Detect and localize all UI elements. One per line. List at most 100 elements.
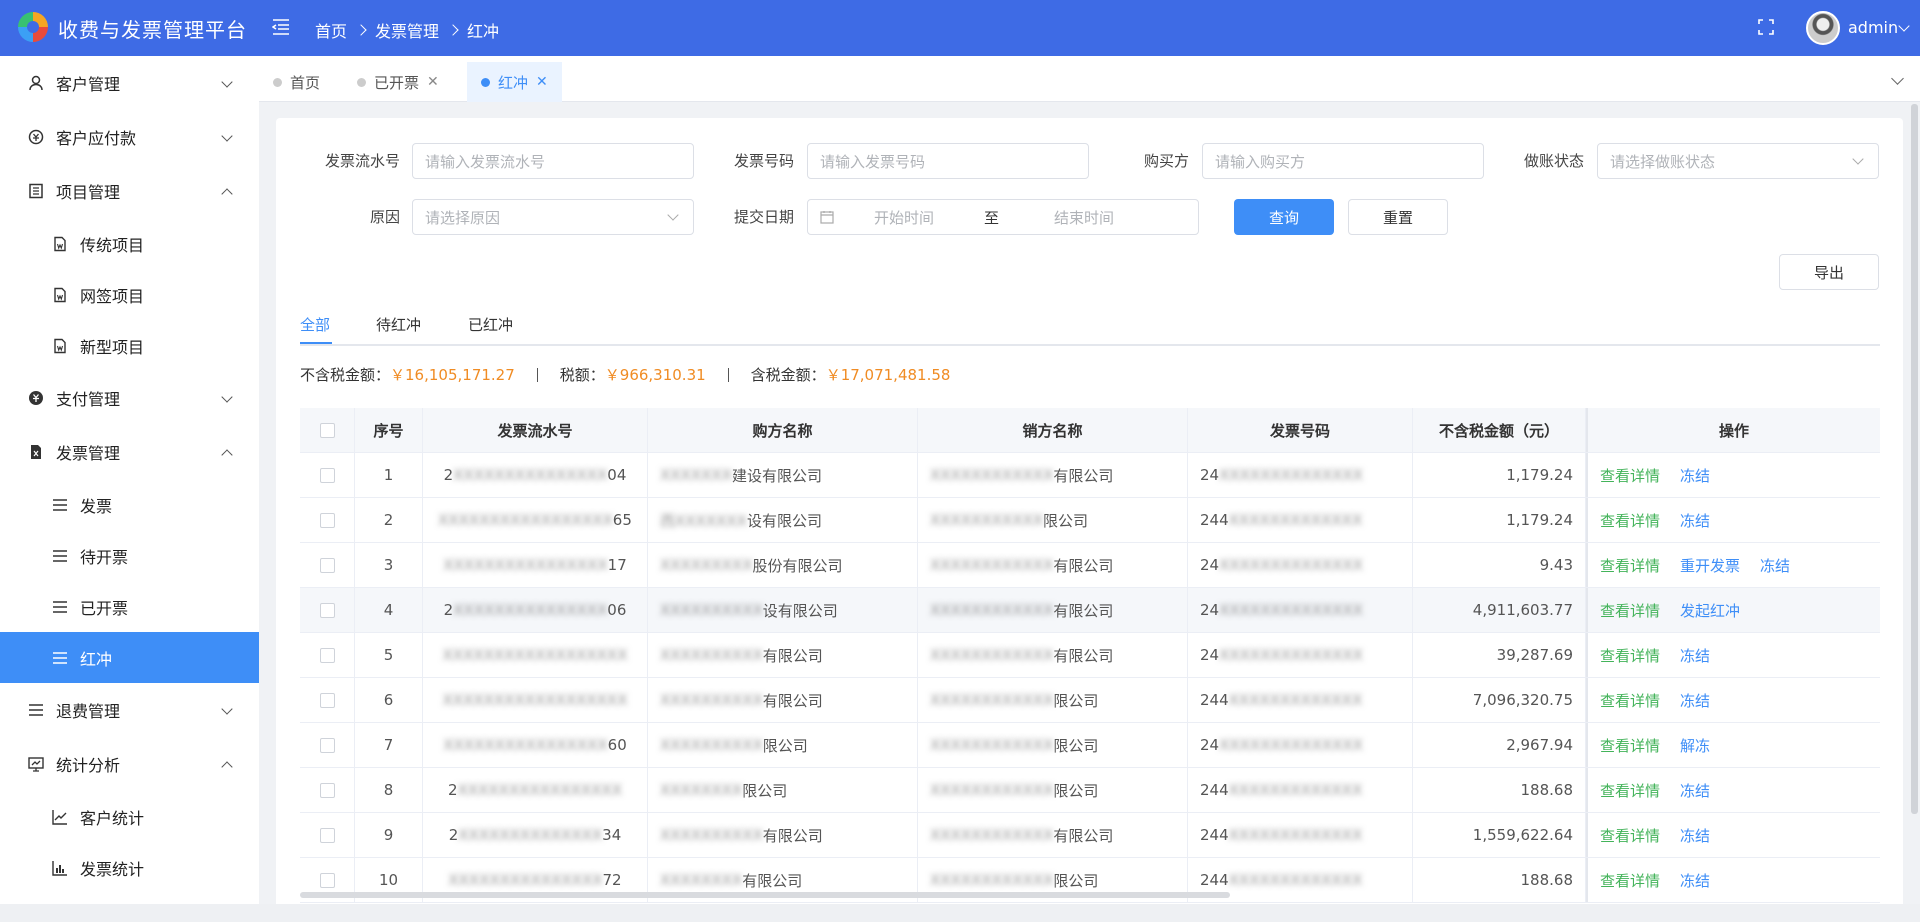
sidebar-item-traditional[interactable]: 传统项目 [0, 218, 259, 269]
sidebar-item-label: 红冲 [80, 649, 113, 669]
sidebar-item-payable[interactable]: 客户应付款 [0, 110, 259, 164]
sidebar-item-customer-stats[interactable]: 客户统计 [0, 791, 259, 842]
action-link[interactable]: 冻结 [1680, 690, 1710, 711]
tab-pending-reversal[interactable]: 待红冲 [376, 314, 421, 335]
sidebar-item-invoice[interactable]: 发票管理 [0, 425, 259, 479]
seller-tail: 限公司 [1053, 871, 1099, 890]
action-link[interactable]: 冻结 [1680, 645, 1710, 666]
row-checkbox[interactable] [319, 737, 335, 753]
action-link[interactable]: 冻结 [1680, 510, 1710, 531]
date-end-placeholder[interactable]: 结束时间 [1054, 207, 1114, 228]
cell-actions: 查看详情 冻结 [1586, 858, 1880, 902]
action-link[interactable]: 查看详情 [1600, 600, 1660, 621]
action-link[interactable]: 查看详情 [1600, 825, 1660, 846]
serial-masked: XXXXXXXXXXXXXXXXXX [442, 646, 628, 664]
cell-actions: 查看详情 冻结 [1586, 633, 1880, 677]
action-link[interactable]: 查看详情 [1600, 555, 1660, 576]
table-row: 4 2 XXXXXXXXXXXXXXX 06 XXXXXXXXXX 设有限公司 XXXXXX… [300, 588, 1880, 633]
action-link[interactable]: 冻结 [1680, 825, 1710, 846]
action-link[interactable]: 查看详情 [1600, 465, 1660, 486]
row-checkbox[interactable] [319, 557, 335, 573]
tab-reversed[interactable]: 已红冲 [468, 314, 513, 335]
serial-tail: 34 [602, 826, 622, 844]
tab-issued[interactable]: 已开票 ✕ [343, 62, 453, 102]
chevron-down-icon[interactable] [1898, 20, 1910, 32]
username[interactable]: admin [1848, 18, 1898, 37]
sidebar-item-label: 客户统计 [80, 808, 145, 828]
chevron-down-icon[interactable] [1891, 72, 1904, 85]
query-button[interactable]: 查询 [1234, 199, 1334, 235]
sidebar-item-statistics[interactable]: 统计分析 [0, 737, 259, 791]
header-buyer: 购方名称 [648, 408, 918, 452]
chart-icon [28, 757, 44, 772]
action-link[interactable]: 查看详情 [1600, 735, 1660, 756]
reset-button[interactable]: 重置 [1348, 199, 1448, 235]
reason-placeholder: 请选择原因 [425, 208, 501, 227]
row-checkbox[interactable] [319, 872, 335, 888]
sidebar-item-refund[interactable]: 退费管理 [0, 683, 259, 737]
serial-tail: 04 [607, 466, 627, 484]
action-link[interactable]: 冻结 [1680, 465, 1710, 486]
breadcrumb-invoice[interactable]: 发票管理 [375, 18, 439, 42]
action-link[interactable]: 冻结 [1680, 780, 1710, 801]
action-link[interactable]: 发起红冲 [1680, 600, 1740, 621]
sidebar-item-label: 待开票 [80, 547, 129, 567]
select-all-checkbox[interactable] [319, 422, 335, 438]
tab-red-reversal[interactable]: 红冲 ✕ [467, 62, 562, 102]
date-start-placeholder[interactable]: 开始时间 [874, 207, 984, 228]
action-link[interactable]: 查看详情 [1600, 510, 1660, 531]
action-link[interactable]: 查看详情 [1600, 870, 1660, 891]
date-range-picker[interactable]: 开始时间 至 结束时间 [807, 199, 1199, 235]
account-status-select[interactable]: 请选择做账状态 [1597, 143, 1879, 179]
action-link[interactable]: 查看详情 [1600, 645, 1660, 666]
row-checkbox[interactable] [319, 827, 335, 843]
breadcrumb: 首页 发票管理 红冲 [315, 18, 499, 42]
export-button[interactable]: 导出 [1779, 254, 1879, 290]
sidebar-item-invoice-stats[interactable]: 发票统计 [0, 842, 259, 893]
serial-input[interactable]: 请输入发票流水号 [412, 143, 694, 179]
reason-select[interactable]: 请选择原因 [412, 199, 694, 235]
row-checkbox[interactable] [319, 782, 335, 798]
action-link[interactable]: 查看详情 [1600, 780, 1660, 801]
close-icon[interactable]: ✕ [536, 74, 548, 90]
serial-masked: XXXXXXXXXXXXXXXX [443, 736, 608, 754]
sidebar-item-red-reversal[interactable]: 红冲 [0, 632, 259, 683]
fullscreen-icon[interactable] [1758, 19, 1774, 35]
invoice-no-head: 244 [1200, 781, 1229, 799]
sidebar-item-customer[interactable]: 客户管理 [0, 56, 259, 110]
close-icon[interactable]: ✕ [427, 74, 439, 90]
menu-collapse-icon[interactable] [272, 17, 290, 37]
row-checkbox[interactable] [319, 602, 335, 618]
cell-actions: 查看详情 冻结 [1586, 813, 1880, 857]
vertical-scrollbar[interactable] [1911, 104, 1918, 814]
sidebar-item-issued[interactable]: 已开票 [0, 581, 259, 632]
row-checkbox[interactable] [319, 512, 335, 528]
invoice-no-input[interactable]: 请输入发票号码 [807, 143, 1089, 179]
tab-all[interactable]: 全部 [300, 314, 330, 335]
sidebar-item-pending[interactable]: 待开票 [0, 530, 259, 581]
avatar[interactable] [1806, 11, 1840, 45]
serial-masked: XXXXXXXXXXXXXXXXXX [442, 691, 628, 709]
action-link[interactable]: 查看详情 [1600, 690, 1660, 711]
row-checkbox[interactable] [319, 692, 335, 708]
sidebar-item-label: 已开票 [80, 598, 129, 618]
horizontal-scrollbar[interactable] [300, 892, 1230, 898]
sidebar-item-payment[interactable]: 支付管理 [0, 371, 259, 425]
buyer-input[interactable]: 请输入购买方 [1202, 143, 1484, 179]
row-checkbox[interactable] [319, 467, 335, 483]
seller-tail: 限公司 [1053, 736, 1099, 755]
action-link[interactable]: 重开发票 [1680, 555, 1740, 576]
action-link[interactable]: 冻结 [1680, 870, 1710, 891]
sidebar-item-project[interactable]: 项目管理 [0, 164, 259, 218]
sidebar-item-new-type[interactable]: 新型项目 [0, 320, 259, 371]
sidebar-item-online[interactable]: 网签项目 [0, 269, 259, 320]
tab-home[interactable]: 首页 [259, 62, 334, 102]
buyer-masked: XXXXXXXXX [660, 556, 753, 574]
action-link[interactable]: 解冻 [1680, 735, 1710, 756]
cell-invoice-no: 24 XXXXXXXXXXXXXX [1188, 723, 1413, 767]
sidebar-item-invoices[interactable]: 发票 [0, 479, 259, 530]
cell-serial: 2 XXXXXXXXXXXXXXXX [423, 768, 648, 812]
row-checkbox[interactable] [319, 647, 335, 663]
action-link[interactable]: 冻结 [1760, 555, 1790, 576]
breadcrumb-home[interactable]: 首页 [315, 18, 347, 42]
